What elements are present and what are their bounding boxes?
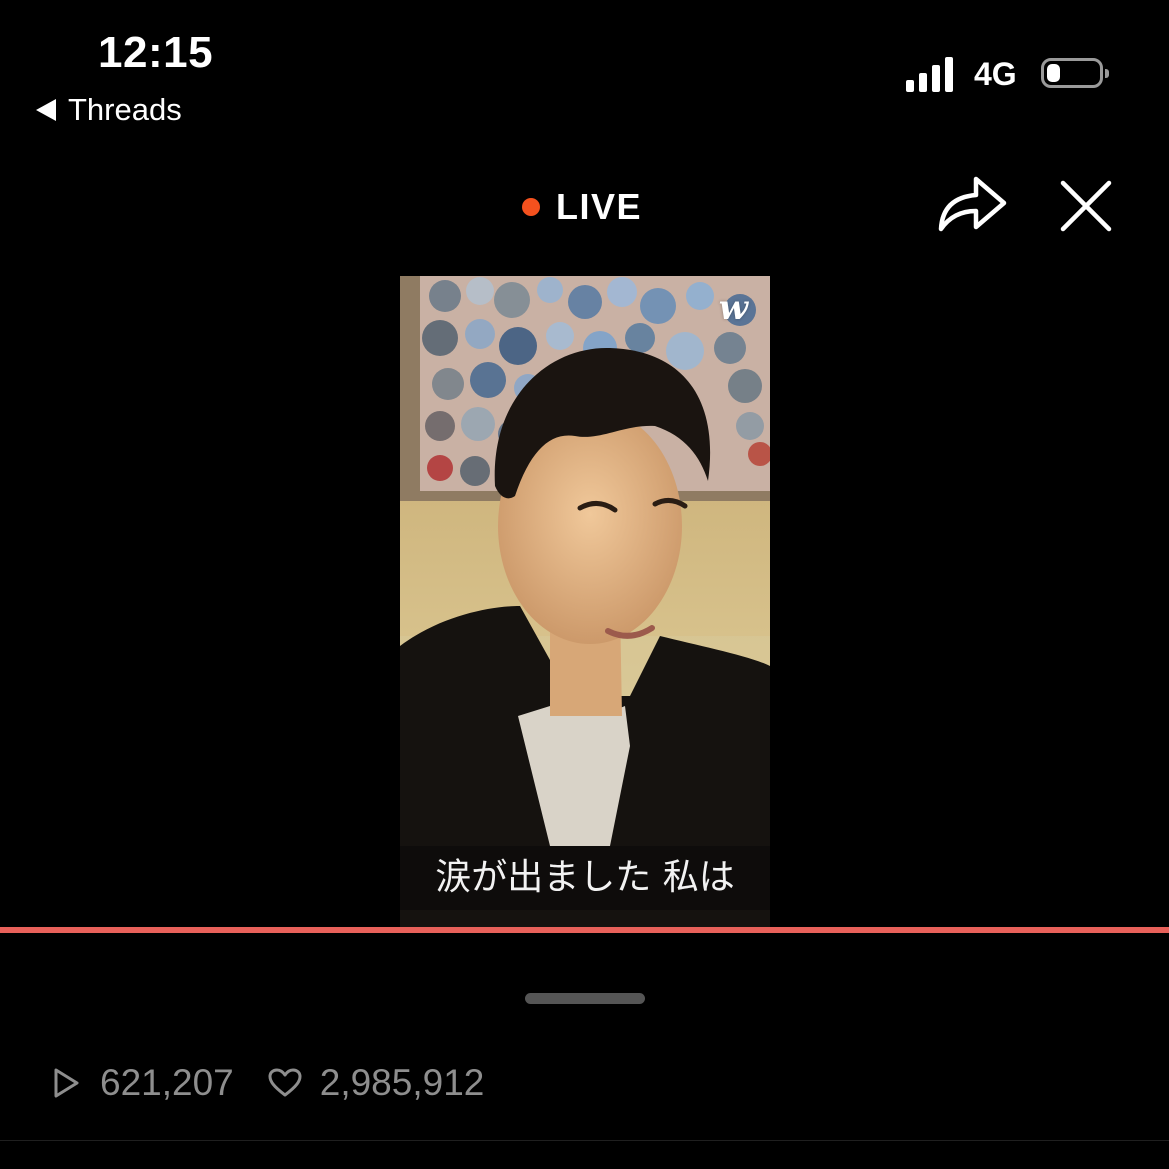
battery-icon — [1041, 58, 1109, 88]
plays-count: 621,207 — [100, 1062, 234, 1103]
live-caption: 涙が出ました 私は — [400, 846, 770, 910]
battery-level — [1047, 64, 1060, 82]
signal-icon — [906, 56, 953, 92]
likes-stat: 2,985,912 — [268, 1062, 485, 1104]
network-type: 4G — [974, 56, 1017, 92]
share-arrow-icon — [938, 176, 1007, 232]
live-dot-icon — [522, 198, 540, 216]
sheet-drag-handle[interactable] — [525, 993, 645, 1004]
divider — [0, 1140, 1169, 1141]
status-time: 12:15 — [98, 28, 214, 77]
stats-row: 621,207 2,985,912 — [52, 1062, 484, 1104]
live-badge: LIVE — [522, 186, 642, 228]
brand-logo-icon: w — [718, 288, 748, 328]
close-button[interactable] — [1056, 176, 1116, 236]
progress-bar — [0, 927, 1169, 933]
back-arrow-icon — [36, 99, 56, 121]
back-to-threads-link[interactable]: Threads — [36, 92, 182, 128]
video-frame — [400, 276, 770, 928]
live-label: LIVE — [556, 186, 643, 227]
share-button[interactable] — [936, 170, 1010, 236]
plays-stat: 621,207 — [52, 1062, 234, 1104]
close-icon — [1060, 180, 1112, 232]
back-label: Threads — [68, 92, 182, 127]
heart-icon — [268, 1068, 302, 1097]
live-video[interactable]: w 涙が出ました 私は — [400, 276, 770, 928]
play-icon — [54, 1068, 79, 1098]
likes-count: 2,985,912 — [319, 1062, 485, 1103]
